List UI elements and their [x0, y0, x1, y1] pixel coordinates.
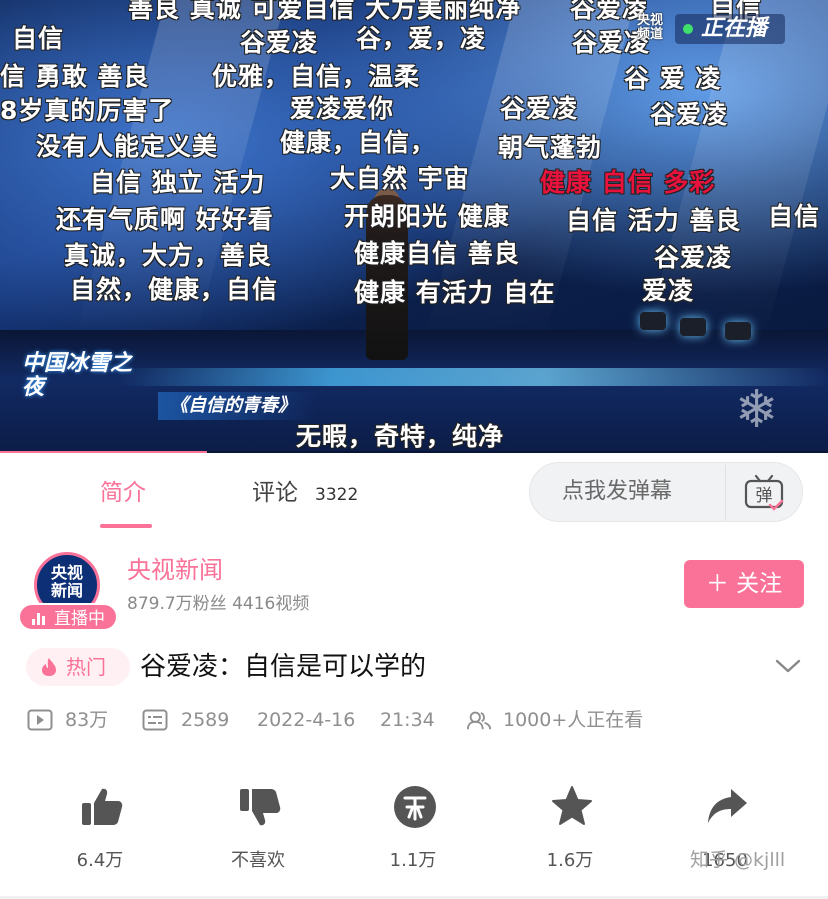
danmaku-comment: 自信: [12, 24, 65, 53]
danmaku-placeholder: 点我发弹幕: [562, 479, 673, 504]
danmaku-comment: 大自然 宇宙: [330, 164, 470, 193]
danmaku-comment-highlight: 健康 自信 多彩: [540, 168, 716, 197]
favorite-button[interactable]: 1.6万: [500, 775, 640, 885]
danmaku-comment: 没有人能定义美: [36, 132, 219, 161]
tab-bar: 简介 评论 3322 点我发弹幕 弹: [0, 454, 828, 532]
live-badge[interactable]: 直播中: [18, 603, 118, 631]
publish-date: 2022-4-16: [257, 709, 356, 731]
video-title: 谷爱凌：自信是可以学的: [140, 652, 427, 682]
stage-light-band: [120, 368, 828, 386]
chevron-down-icon[interactable]: [772, 654, 804, 678]
danmaku-comment: 谷爱凌: [654, 243, 733, 272]
danmaku-comment: 无暇，奇特，纯净: [296, 422, 505, 451]
danmaku-count: 2589: [181, 709, 230, 731]
coin-button[interactable]: 1.1万: [343, 775, 483, 885]
danmaku-comment: 谷爱凌: [500, 94, 579, 123]
danmaku-comment: 真诚，大方，善良: [64, 241, 273, 270]
danmaku-input[interactable]: 点我发弹幕 弹: [529, 462, 803, 522]
danmaku-comment: 爱凌: [642, 276, 695, 305]
video-progress-fill: [0, 451, 207, 453]
watching-count: 1000+人正在看: [503, 709, 644, 731]
danmaku-comment: 谷爱凌: [240, 28, 319, 57]
video-progress-bar[interactable]: [0, 451, 828, 453]
dislike-button[interactable]: 不喜欢: [188, 775, 328, 885]
uploader-name[interactable]: 央视新闻: [127, 555, 223, 585]
uploader-stats: 879.7万粉丝 4416视频: [127, 594, 310, 614]
uploader-section: 央视 新闻 直播中 央视新闻 879.7万粉丝 4416视频 ＋ 关注: [0, 545, 828, 635]
share-icon: [708, 789, 747, 823]
danmaku-comment: 信 勇敢 善良: [0, 62, 150, 91]
like-icon: [82, 788, 123, 825]
danmaku-count-icon: [142, 709, 168, 731]
hot-tag[interactable]: 热门: [26, 648, 130, 686]
stage-spotlight: [725, 322, 751, 340]
divider: [725, 465, 726, 521]
tab-active-indicator: [100, 524, 152, 528]
cctv-logo-text: 央视 频道: [637, 13, 664, 42]
danmaku-comment: 8岁真的厉害了: [0, 96, 175, 125]
zhihu-watermark: 知乎 @kjlll: [690, 849, 786, 871]
danmaku-comment: 谷 爱 凌: [624, 64, 722, 93]
danmaku-comment: 健康，自信，: [280, 128, 437, 157]
channel-live-logo: 央视 频道 正在播: [637, 12, 787, 46]
danmaku-comment: 朝气蓬勃: [498, 133, 603, 162]
stage-spotlight: [640, 312, 666, 330]
danmaku-comment: 自信: [768, 202, 821, 231]
tab-intro[interactable]: 简介: [100, 478, 146, 508]
svg-text:弹: 弹: [756, 486, 773, 506]
live-indicator: 正在播: [675, 14, 785, 44]
view-count: 83万: [65, 709, 109, 731]
danmaku-comment: 健康 有活力 自在: [354, 278, 556, 307]
snowflake-icon: ❄: [735, 380, 779, 440]
like-button[interactable]: 6.4万: [30, 775, 170, 885]
tab-comments[interactable]: 评论: [252, 478, 298, 508]
danmaku-send-icon[interactable]: 弹: [744, 475, 784, 511]
danmaku-comment: 善良 真诚 可爱自信 大方美丽纯净: [128, 0, 522, 23]
publish-time: 21:34: [380, 709, 435, 731]
coin-icon: [394, 786, 436, 828]
danmaku-comment: 还有气质啊 好好看: [56, 205, 274, 234]
dislike-label: 不喜欢: [231, 850, 285, 871]
favorite-count: 1.6万: [546, 850, 594, 871]
show-logo: 中国冰雪之夜: [22, 351, 133, 400]
follow-button[interactable]: ＋ 关注: [684, 560, 804, 608]
danmaku-comment: 健康自信 善良: [354, 239, 520, 268]
play-count-icon: [27, 709, 53, 731]
video-title-row: 热门 谷爱凌：自信是可以学的: [0, 640, 828, 696]
avatar-text: 央视 新闻: [50, 563, 83, 600]
dislike-icon: [240, 789, 281, 826]
watching-icon: [466, 711, 492, 730]
danmaku-comment: 自信 独立 活力: [90, 168, 266, 197]
video-player[interactable]: 善良 真诚 可爱自信 大方美丽纯净 谷爱凌 自信 自信 谷爱凌 谷，爱，凌 谷爱…: [0, 0, 828, 453]
danmaku-comment: 爱凌爱你: [290, 94, 395, 123]
danmaku-comment: 优雅，自信，温柔: [212, 62, 421, 91]
danmaku-comment: 谷爱凌: [650, 100, 729, 129]
like-count: 6.4万: [76, 850, 124, 871]
video-meta-row: 83万 2589 2022-4-16 21:34 1000+人正在看: [0, 700, 828, 740]
show-title: 《自信的青春》: [158, 392, 316, 420]
danmaku-comment: 谷，爱，凌: [356, 24, 487, 53]
danmaku-comment: 自然，健康，自信: [70, 275, 279, 304]
flame-icon: [42, 658, 56, 676]
live-dot-icon: [683, 24, 693, 34]
stage-spotlight: [680, 318, 706, 336]
danmaku-comment: 自信 活力 善良: [566, 206, 742, 235]
coin-count: 1.1万: [389, 850, 437, 871]
live-bars-icon: [32, 613, 48, 625]
danmaku-comment: 开朗阳光 健康: [344, 202, 510, 231]
favorite-icon: [552, 786, 592, 825]
comments-count: 3322: [315, 485, 359, 505]
